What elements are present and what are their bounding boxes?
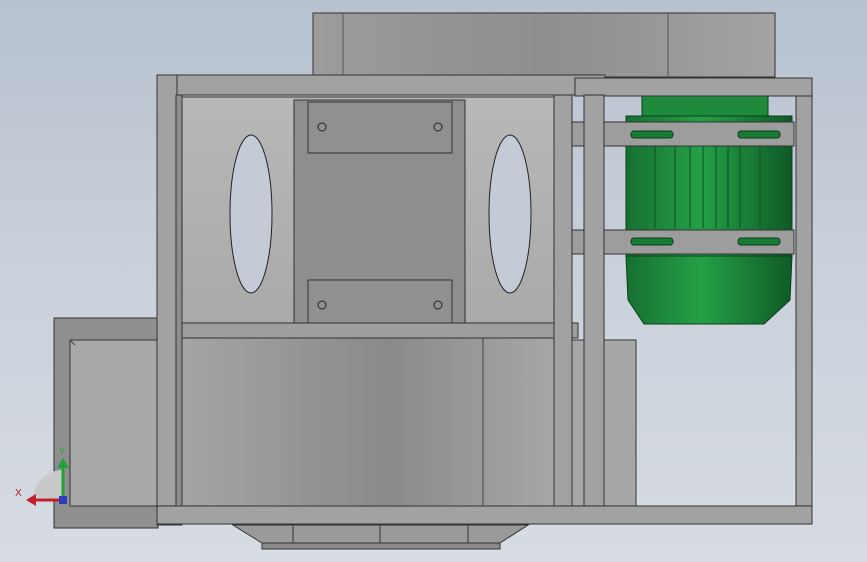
inspection-panel (179, 96, 579, 339)
motor (571, 95, 795, 325)
right-oval-window (488, 134, 532, 294)
lower-housing (179, 337, 556, 507)
x-axis-label: X (15, 488, 22, 499)
top-housing (312, 12, 776, 78)
z-axis-marker (59, 496, 67, 504)
cad-viewport[interactable]: Y X (0, 0, 867, 562)
bottom-outlet (231, 524, 530, 550)
coordinate-triad: Y X (15, 447, 69, 506)
x-axis-arrowhead (26, 494, 36, 506)
y-axis-label: Y (58, 447, 66, 458)
assembly-drawing: Y X (15, 12, 813, 550)
top-cover-plate (307, 101, 453, 154)
left-oval-window (229, 134, 273, 294)
left-duct-box (53, 317, 159, 529)
bottom-cover-plate (307, 279, 453, 326)
